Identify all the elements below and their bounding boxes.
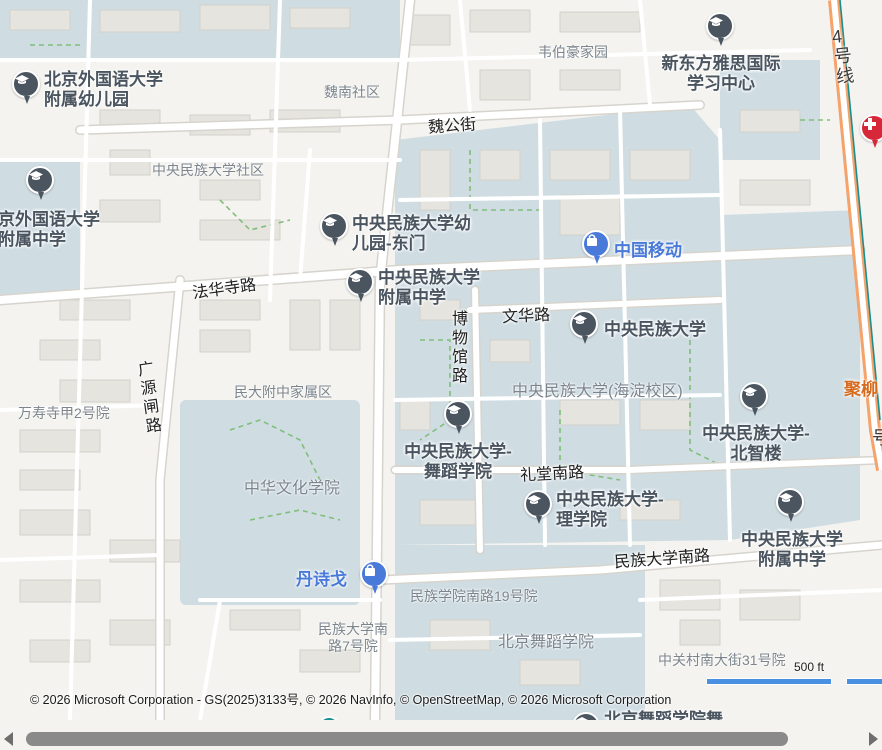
school-pin-xdf[interactable]	[706, 12, 734, 46]
road-label-weigong: 魏公街	[427, 116, 477, 137]
graduation-cap-icon	[323, 217, 337, 226]
scale-label: 500 ft	[794, 660, 825, 674]
school-pin-minda-science[interactable]	[524, 490, 552, 524]
poi-label-minda[interactable]: 中央民族大学	[604, 320, 706, 340]
medical-cross-icon	[864, 118, 876, 130]
poi-label-minda-kindergarten[interactable]: 中央民族大学幼儿园-东门	[352, 214, 478, 254]
poi-label-minda-fuzhong2[interactable]: 中央民族大学附属中学	[738, 530, 846, 570]
school-pin-minda-fuzhong2[interactable]	[776, 488, 804, 522]
horizontal-scrollbar[interactable]	[0, 728, 882, 750]
poi-label-jiuliu[interactable]: 聚柳	[844, 380, 878, 400]
map-canvas[interactable]: 魏公街 法华寺路 文华路 博物馆路 广源闸路 礼堂南路 民族大学南路 4号线 号…	[0, 0, 882, 720]
poi-label-minda-dance[interactable]: 中央民族大学-舞蹈学院	[402, 442, 514, 482]
shopping-bag-icon	[365, 564, 375, 576]
school-pin-minda-kindergarten[interactable]	[320, 212, 348, 246]
metro-line-partial-label: 号	[872, 428, 882, 448]
poi-label-bfsu-middle[interactable]: 京外国语大学附属中学	[0, 210, 104, 250]
graduation-cap-icon	[349, 273, 363, 282]
hospital-pin[interactable]	[860, 114, 882, 148]
school-pin-minda[interactable]	[570, 310, 598, 344]
school-pin-minda-fuzhong[interactable]	[346, 268, 374, 302]
scale-bar-segment	[846, 678, 882, 685]
map-attribution: © 2026 Microsoft Corporation - GS(2025)3…	[30, 693, 672, 707]
school-pin-bfsu-kindergarten[interactable]	[12, 70, 40, 104]
shop-pin-china-mobile[interactable]	[582, 230, 610, 264]
area-label-minda-nan7: 民族大学南路7号院	[318, 621, 388, 654]
graduation-cap-icon	[527, 495, 541, 504]
poi-label-minda-fuzhong[interactable]: 中央民族大学附属中学	[378, 268, 486, 308]
area-label-minda-haidian: 中央民族大学(海淀校区)	[512, 383, 683, 400]
graduation-cap-icon	[447, 405, 461, 414]
graduation-cap-icon	[709, 17, 723, 26]
road-label-bowuguan: 博物馆路	[452, 311, 469, 385]
graduation-cap-icon	[29, 171, 43, 180]
area-label-wanshousi: 万寿寺甲2号院	[18, 405, 110, 421]
scrollbar-thumb[interactable]	[26, 732, 788, 746]
school-pin-minda-dance[interactable]	[444, 400, 472, 434]
graduation-cap-icon	[573, 315, 587, 324]
area-label-minzuxueyuan-19: 民族学院南路19号院	[410, 588, 538, 604]
area-label-weinan: 魏南社区	[324, 84, 380, 100]
graduation-cap-icon	[15, 75, 29, 84]
school-pin-minda-beizhilou[interactable]	[740, 382, 768, 416]
area-label-minda-community: 中央民族大学社区	[152, 162, 264, 178]
poi-label-bfsu-kindergarten[interactable]: 北京外国语大学附属幼儿园	[44, 70, 174, 110]
graduation-cap-icon	[743, 387, 757, 396]
area-label-minda-fuzhong-jiashu: 民大附中家属区	[234, 384, 332, 400]
road-label-litangnan: 礼堂南路	[519, 464, 585, 485]
scale-bar: 500 ft	[706, 660, 882, 686]
poi-label-danshige[interactable]: 丹诗戈	[296, 570, 347, 590]
scroll-left-arrow-icon[interactable]	[4, 732, 13, 746]
poi-label-china-mobile[interactable]: 中国移动	[614, 241, 682, 261]
shopping-bag-icon	[587, 234, 597, 246]
poi-label-xdf[interactable]: 新东方雅思国际学习中心	[658, 54, 784, 94]
area-label-zhonghua-wenhua: 中华文化学院	[244, 480, 341, 497]
graduation-cap-icon	[576, 717, 588, 720]
area-label-weibohaojia: 韦伯豪家园	[538, 44, 608, 60]
school-pin-bfsu-middle[interactable]	[26, 166, 54, 200]
road-label-wenhua: 文华路	[501, 306, 551, 327]
graduation-cap-icon	[779, 493, 793, 502]
area-label-beijing-wudao: 北京舞蹈学院	[498, 634, 595, 651]
poi-label-minda-science[interactable]: 中央民族大学-理学院	[556, 490, 664, 530]
scale-bar-segment	[706, 678, 832, 685]
poi-label-wudao-partial[interactable]: 北京舞蹈学院舞	[604, 710, 723, 720]
poi-label-minda-beizhilou[interactable]: 中央民族大学-北智楼	[702, 424, 810, 464]
scroll-right-arrow-icon[interactable]	[869, 732, 878, 746]
shop-pin-danshige[interactable]	[360, 560, 388, 594]
